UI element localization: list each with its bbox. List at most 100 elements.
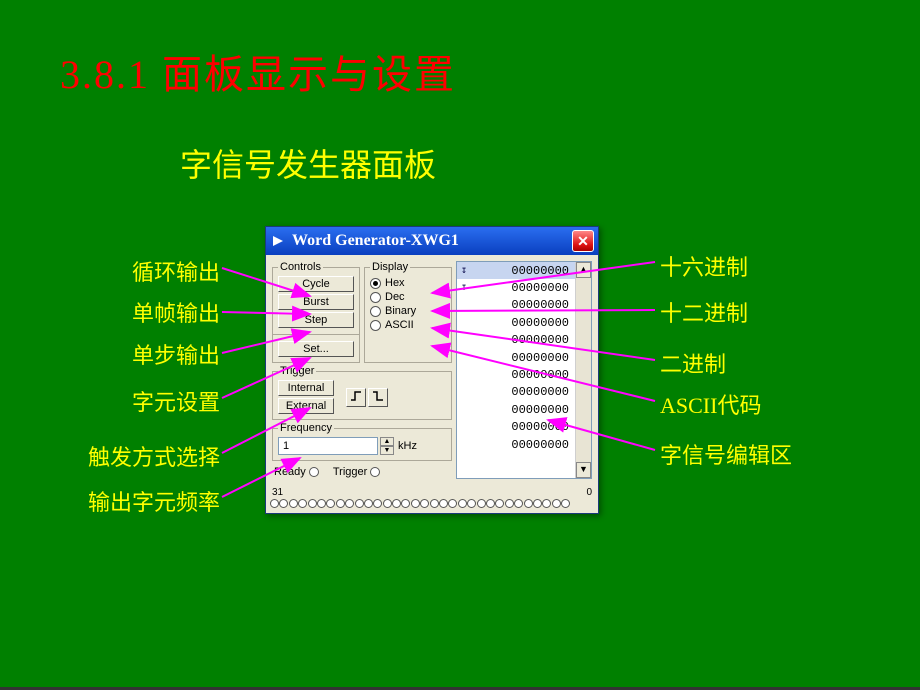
output-pin[interactable] (458, 499, 467, 508)
output-pin[interactable] (392, 499, 401, 508)
trigger-group: Trigger Internal External (272, 365, 452, 420)
output-pin[interactable] (336, 499, 345, 508)
output-pin[interactable] (308, 499, 317, 508)
output-pin[interactable] (279, 499, 288, 508)
spinner-down-icon[interactable]: ▼ (380, 446, 394, 455)
trigger-legend: Trigger (278, 365, 316, 377)
anno-burst: 单帧输出 (60, 296, 220, 328)
output-pin[interactable] (514, 499, 523, 508)
output-pin[interactable] (317, 499, 326, 508)
falling-edge-button[interactable] (368, 388, 388, 407)
data-row[interactable]: 00000000 (457, 349, 575, 366)
trigger-indicator-icon (370, 467, 380, 477)
data-row[interactable]: 00000000 (457, 366, 575, 383)
output-pin[interactable] (524, 499, 533, 508)
ascii-label: ASCII (385, 319, 414, 331)
output-pin[interactable] (411, 499, 420, 508)
output-pin[interactable] (420, 499, 429, 508)
internal-button[interactable]: Internal (278, 380, 334, 396)
titlebar[interactable]: Word Generator-XWG1 ✕ (266, 227, 598, 255)
output-pin[interactable] (430, 499, 439, 508)
external-button[interactable]: External (278, 398, 334, 414)
radio-icon (370, 292, 381, 303)
hex-option[interactable]: Hex (370, 276, 446, 290)
scrollbar[interactable]: ▲ ▼ (575, 262, 591, 478)
output-pins: 31 0 (266, 485, 598, 513)
scroll-up-icon[interactable]: ▲ (576, 262, 591, 278)
anno-binary: 二进制 (660, 347, 726, 379)
output-pin[interactable] (505, 499, 514, 508)
data-value: 00000000 (471, 316, 575, 330)
trigger-status: Trigger (333, 466, 381, 478)
display-legend: Display (370, 261, 410, 273)
dec-option[interactable]: Dec (370, 290, 446, 304)
app-icon (270, 233, 286, 249)
burst-button[interactable]: Burst (278, 294, 354, 310)
controls-group: Controls Cycle Burst Step Set... (272, 261, 360, 363)
word-generator-window: Word Generator-XWG1 ✕ Controls Cycle Bur… (265, 226, 599, 514)
data-row[interactable]: 00000000 (457, 436, 575, 453)
output-pin[interactable] (326, 499, 335, 508)
output-pin[interactable] (289, 499, 298, 508)
data-row[interactable]: 00000000 (457, 401, 575, 418)
close-button[interactable]: ✕ (572, 230, 594, 252)
frequency-legend: Frequency (278, 422, 334, 434)
output-pin[interactable] (270, 499, 279, 508)
data-value: 00000000 (471, 368, 575, 382)
data-value: 00000000 (471, 264, 575, 278)
data-row[interactable]: 00000000 (457, 314, 575, 331)
output-pin[interactable] (345, 499, 354, 508)
anno-hex: 十六进制 (660, 250, 748, 282)
step-button[interactable]: Step (278, 312, 354, 328)
window-title: Word Generator-XWG1 (292, 232, 572, 250)
output-pin[interactable] (561, 499, 570, 508)
output-pin[interactable] (448, 499, 457, 508)
rising-edge-button[interactable] (346, 388, 366, 407)
output-pin[interactable] (298, 499, 307, 508)
output-pin[interactable] (533, 499, 542, 508)
output-pin[interactable] (486, 499, 495, 508)
scroll-down-icon[interactable]: ▼ (576, 462, 591, 478)
output-pin[interactable] (439, 499, 448, 508)
data-list[interactable]: ↧00000000↧000000000000000000000000000000… (456, 261, 592, 479)
output-pin[interactable] (355, 499, 364, 508)
data-value: 00000000 (471, 420, 575, 434)
frequency-input[interactable] (278, 437, 378, 455)
data-value: 00000000 (471, 351, 575, 365)
output-pin[interactable] (401, 499, 410, 508)
data-row[interactable]: ↧00000000 (457, 262, 575, 279)
frequency-unit: kHz (398, 440, 417, 452)
anno-trigger-mode: 触发方式选择 (40, 440, 220, 472)
binary-option[interactable]: Binary (370, 304, 446, 318)
ascii-option[interactable]: ASCII (370, 318, 446, 332)
cycle-button[interactable]: Cycle (278, 276, 354, 292)
data-value: 00000000 (471, 438, 575, 452)
data-row[interactable]: 00000000 (457, 384, 575, 401)
output-pin[interactable] (495, 499, 504, 508)
output-pin[interactable] (383, 499, 392, 508)
hex-label: Hex (385, 277, 405, 289)
data-row[interactable]: 00000000 (457, 297, 575, 314)
row-handle-icon: ↧ (457, 265, 471, 277)
data-value: 00000000 (471, 298, 575, 312)
data-row[interactable]: 00000000 (457, 332, 575, 349)
set-button[interactable]: Set... (278, 341, 354, 357)
row-handle-icon: ↧ (457, 282, 471, 294)
anno-dec: 十二进制 (660, 296, 748, 328)
data-row[interactable]: 00000000 (457, 419, 575, 436)
output-pin[interactable] (467, 499, 476, 508)
radio-icon (370, 306, 381, 317)
data-row[interactable]: ↧00000000 (457, 279, 575, 296)
output-pin[interactable] (542, 499, 551, 508)
output-pin[interactable] (477, 499, 486, 508)
output-pin[interactable] (373, 499, 382, 508)
anno-cycle: 循环输出 (60, 255, 220, 287)
output-pin[interactable] (364, 499, 373, 508)
data-value: 00000000 (471, 385, 575, 399)
scroll-track[interactable] (576, 278, 591, 462)
slide-title: 3.8.1 面板显示与设置 (60, 42, 456, 100)
spinner-up-icon[interactable]: ▲ (380, 437, 394, 446)
dec-label: Dec (385, 291, 405, 303)
output-pin[interactable] (552, 499, 561, 508)
frequency-spinner[interactable]: ▲ ▼ (380, 437, 394, 455)
